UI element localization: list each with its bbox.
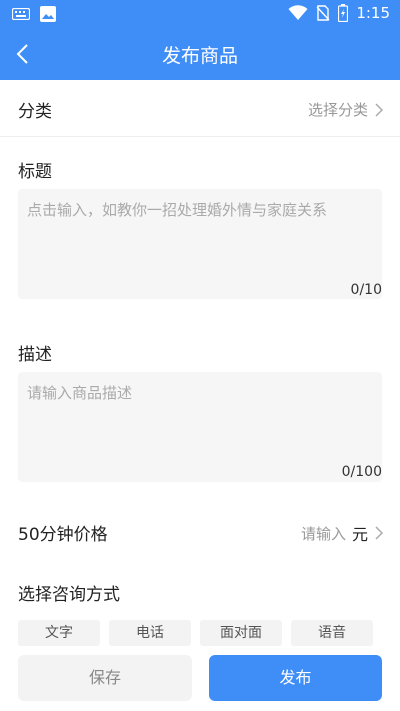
category-selector[interactable]: 选择分类 — [308, 99, 384, 120]
title-input[interactable]: 点击输入，如教你一招处理婚外情与家庭关系 — [18, 189, 382, 299]
status-bar-right: 1:15 — [288, 4, 390, 22]
save-button[interactable]: 保存 — [18, 655, 192, 701]
consult-method-options: 文字 电话 面对面 语音 — [18, 620, 382, 646]
status-bar: 1:15 — [0, 0, 400, 28]
wifi-icon — [288, 5, 308, 20]
price-input-placeholder[interactable]: 请输入 — [301, 523, 346, 544]
price-label: 50分钟价格 — [18, 525, 108, 545]
page-title: 发布商品 — [161, 45, 238, 67]
chevron-right-icon — [375, 526, 384, 540]
chevron-right-icon — [375, 102, 384, 117]
category-label: 分类 — [18, 102, 52, 122]
consult-option-face-to-face[interactable]: 面对面 — [200, 620, 282, 646]
battery-icon — [338, 4, 349, 22]
description-placeholder: 请输入商品描述 — [27, 384, 133, 402]
consult-option-voice[interactable]: 语音 — [291, 620, 373, 646]
top-nav-bar: 发布商品 — [0, 28, 400, 80]
price-field[interactable]: 请输入 元 — [301, 521, 384, 545]
category-placeholder: 选择分类 — [307, 101, 368, 119]
consult-option-text[interactable]: 文字 — [18, 620, 100, 646]
title-char-counter: 0/10 — [350, 282, 382, 298]
title-placeholder: 点击输入，如教你一招处理婚外情与家庭关系 — [27, 201, 328, 219]
keyboard-icon — [12, 8, 30, 20]
no-sim-icon — [316, 5, 330, 21]
price-unit: 元 — [351, 525, 368, 544]
status-time: 1:15 — [356, 4, 390, 22]
description-input[interactable]: 请输入商品描述 — [18, 372, 382, 482]
consult-option-phone[interactable]: 电话 — [109, 620, 191, 646]
image-icon — [40, 6, 56, 22]
title-label: 标题 — [18, 162, 52, 182]
publish-button[interactable]: 发布 — [209, 655, 382, 701]
description-label: 描述 — [18, 345, 52, 365]
category-row[interactable]: 分类 选择分类 — [0, 80, 400, 137]
status-bar-left — [12, 6, 56, 22]
consult-method-label: 选择咨询方式 — [18, 585, 120, 605]
description-char-counter: 0/100 — [341, 464, 382, 480]
